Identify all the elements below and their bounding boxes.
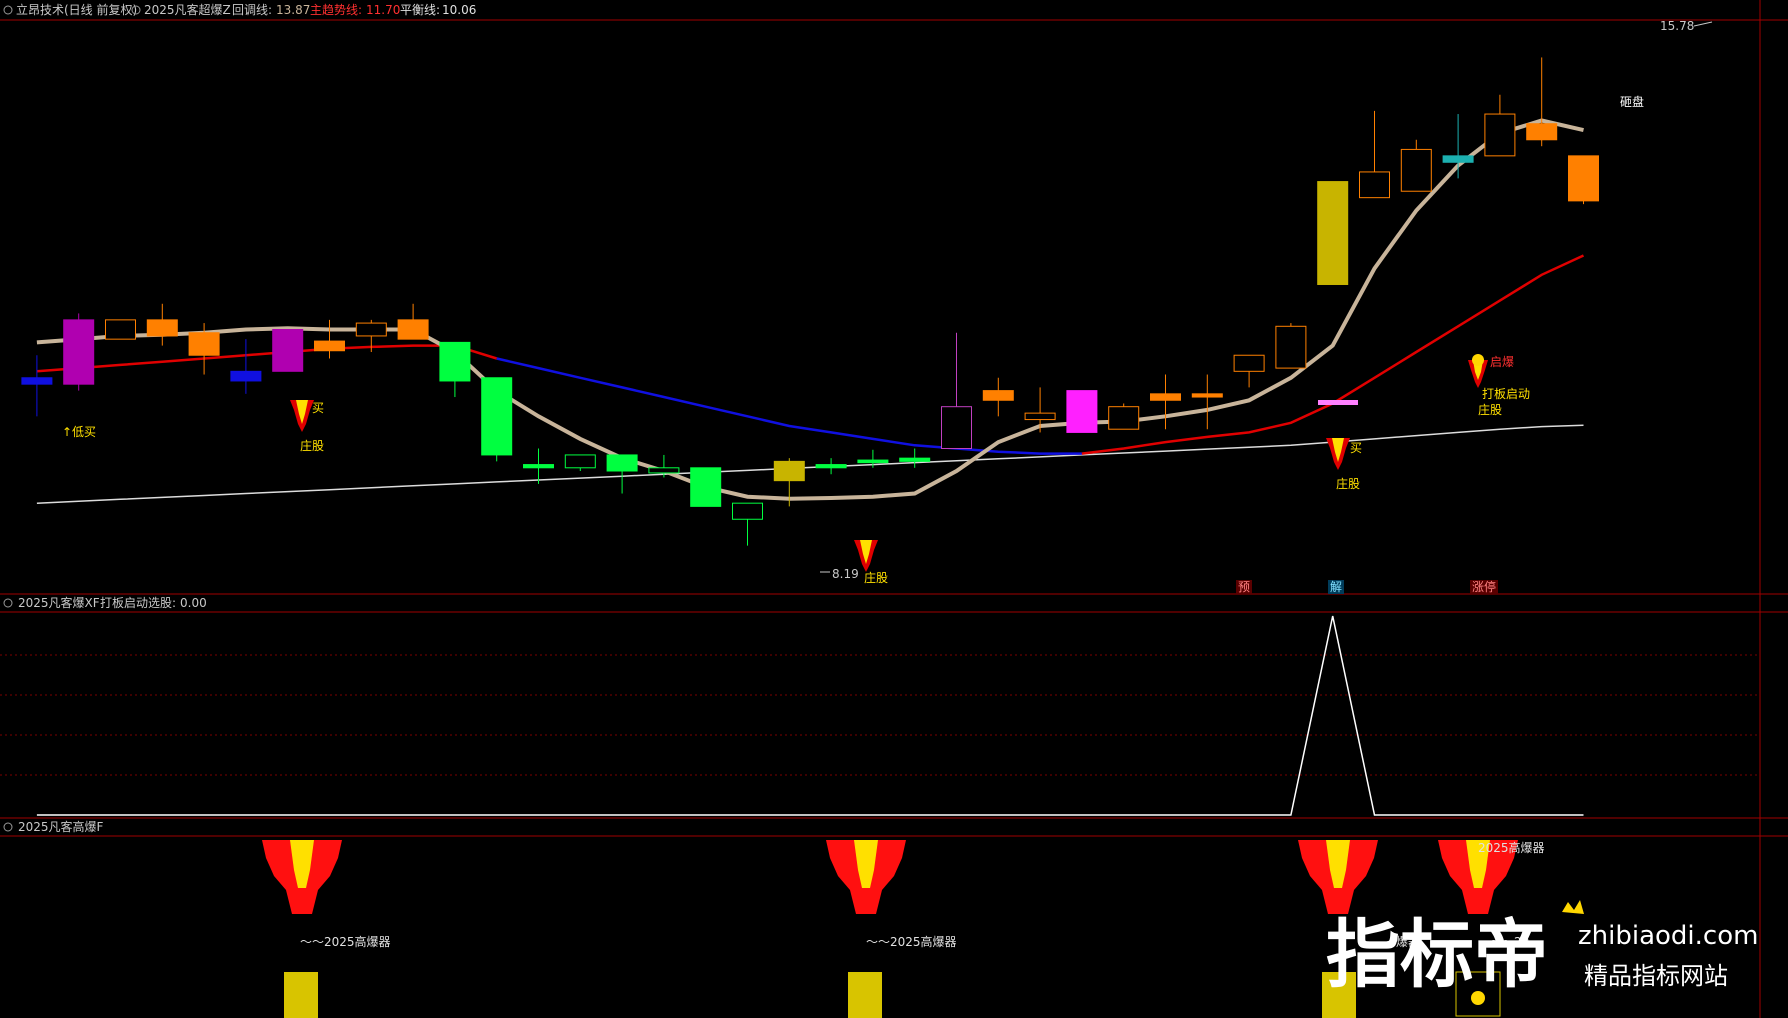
collapse-icon[interactable] — [3, 5, 13, 15]
candle-body — [1442, 155, 1474, 163]
main-header: 立昂技术(日线 前复权) 2025凡客超爆Z 回调线: 13.87 主趋势线: … — [3, 2, 476, 17]
stock-title: 立昂技术(日线 前复权) — [16, 2, 137, 17]
flame-icon — [1326, 438, 1350, 470]
candle-body — [1317, 181, 1349, 285]
candle-body — [1066, 390, 1098, 433]
candle-body — [732, 502, 763, 520]
candle-body — [815, 464, 847, 469]
money-bag-icon — [1472, 354, 1484, 366]
crown-icon — [1562, 900, 1584, 914]
zhuang-label-2: 庄股 — [864, 570, 888, 585]
zhuang-label-1: 庄股 — [300, 438, 324, 453]
low-buy-label: ↑低买 — [62, 425, 96, 439]
yellow-bar — [284, 972, 318, 1018]
candle-body — [481, 377, 513, 456]
sub2-indicator: 2025凡客高爆F — [18, 819, 104, 834]
sub2-header: 2025凡客高爆F — [3, 819, 104, 834]
candle-body — [188, 332, 220, 356]
low-price-label: 8.19 — [832, 567, 859, 581]
watermark: 指标帝 zhibiaodi.com 精品指标网站 — [1326, 900, 1758, 998]
sub1-collapse-icon[interactable] — [3, 598, 13, 608]
candle-body — [523, 464, 554, 469]
sub1-grid — [0, 654, 1760, 776]
flame-icon — [290, 400, 314, 432]
candle-body — [1526, 123, 1558, 141]
candle-body — [272, 329, 304, 372]
main-annotations: ↑低买 买 庄股 庄股 买 庄股 庄股 启爆 打板启动 砸盘 15.78 8.1… — [62, 19, 1713, 594]
balance-line — [36, 424, 1584, 504]
sub2-collapse-icon[interactable] — [3, 822, 13, 832]
candles — [21, 57, 1599, 546]
candle-body — [230, 370, 262, 382]
signal-jie: 解 — [1330, 580, 1342, 594]
candle-body — [439, 341, 471, 382]
balance-label: 平衡线: — [400, 3, 440, 17]
candle-body — [1400, 148, 1432, 192]
high-arrow — [1693, 21, 1713, 27]
indicator-name: 2025凡客超爆Z — [144, 2, 231, 17]
candle-body — [1108, 406, 1140, 430]
high-price-label: 15.78 — [1660, 19, 1694, 33]
watermark-main: 指标帝 — [1326, 912, 1548, 998]
big-flame-icon — [262, 840, 342, 914]
sub1-signal-line — [36, 615, 1584, 816]
sub1-value: 0.00 — [180, 596, 207, 610]
candle-body — [397, 319, 429, 340]
qibao-label: 启爆 — [1490, 355, 1514, 369]
candle-body — [941, 406, 972, 449]
candle-body — [1233, 354, 1265, 372]
zapan-label: 砸盘 — [1620, 94, 1644, 109]
trend-line-segment — [36, 344, 498, 373]
candle-body — [1359, 171, 1390, 199]
signal-zhangting: 涨停 — [1472, 579, 1496, 594]
candle-body — [1024, 412, 1056, 421]
candle-body — [773, 460, 805, 482]
balance-value: 10.06 — [442, 3, 476, 17]
buy-label-2: 买 — [1350, 441, 1362, 455]
candle-body — [105, 319, 136, 340]
sub1-header: 2025凡客爆XF 打板启动选股: 0.00 — [3, 595, 207, 610]
candle-body — [982, 390, 1014, 401]
gaobao-label-3: 2025高爆器 — [1478, 840, 1545, 855]
trend-label: 主趋势线: — [310, 3, 362, 17]
candle-body — [606, 454, 638, 472]
zhuang-label-3: 庄股 — [1336, 476, 1360, 491]
signal-markers — [290, 354, 1488, 572]
watermark-domain: zhibiaodi.com — [1578, 921, 1758, 951]
yellow-bar — [848, 972, 882, 1018]
candle-body — [564, 454, 596, 469]
daban-signal-line — [36, 615, 1584, 816]
big-flame-icon — [1298, 840, 1378, 914]
zhuang-label-4: 庄股 — [1478, 402, 1502, 417]
buy-label: 买 — [312, 401, 324, 415]
candle-body — [899, 457, 931, 462]
pullback-value: 13.87 — [276, 3, 310, 17]
stock-chart[interactable]: 立昂技术(日线 前复权) 2025凡客超爆Z 回调线: 13.87 主趋势线: … — [0, 0, 1788, 1018]
gaobao-label-1: ～～2025高爆器 — [300, 934, 391, 949]
stripe-marker — [1318, 400, 1358, 405]
candle-body — [857, 459, 889, 464]
candle-body — [1191, 393, 1223, 398]
candle-body — [1150, 393, 1181, 401]
candle-body — [648, 467, 680, 474]
candle-body — [1275, 325, 1307, 369]
sub1-indicator: 2025凡客爆XF — [18, 595, 100, 610]
candle-body — [314, 340, 345, 352]
candle-body — [63, 319, 95, 385]
candle-body — [146, 319, 178, 337]
candle-body — [1568, 155, 1599, 202]
candle-body — [21, 377, 53, 385]
candle-body — [355, 322, 387, 337]
pullback-label: 回调线: — [232, 3, 272, 17]
gaobao-label-2: ～～2025高爆器 — [866, 934, 957, 949]
sub1-label: 打板启动选股: — [100, 596, 176, 610]
candle-body — [690, 467, 722, 507]
trend-value: 11.70 — [366, 3, 400, 17]
daban-label: 打板启动 — [1482, 387, 1530, 401]
big-flame-icon — [826, 840, 906, 914]
signal-yu: 预 — [1238, 580, 1250, 594]
watermark-sub: 精品指标网站 — [1584, 962, 1728, 990]
candle-body — [1484, 113, 1516, 157]
